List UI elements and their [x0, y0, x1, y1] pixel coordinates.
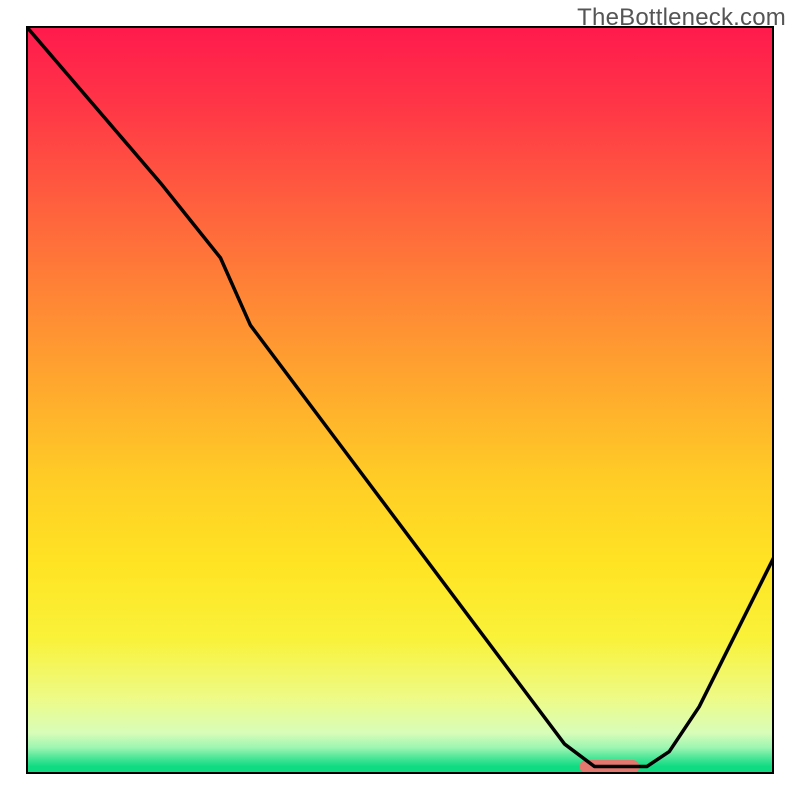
watermark-label: TheBottleneck.com — [577, 4, 786, 32]
bottleneck-chart — [26, 26, 774, 774]
gradient-background — [26, 26, 774, 774]
chart-wrapper: TheBottleneck.com — [0, 0, 800, 800]
chart-frame — [26, 26, 774, 774]
